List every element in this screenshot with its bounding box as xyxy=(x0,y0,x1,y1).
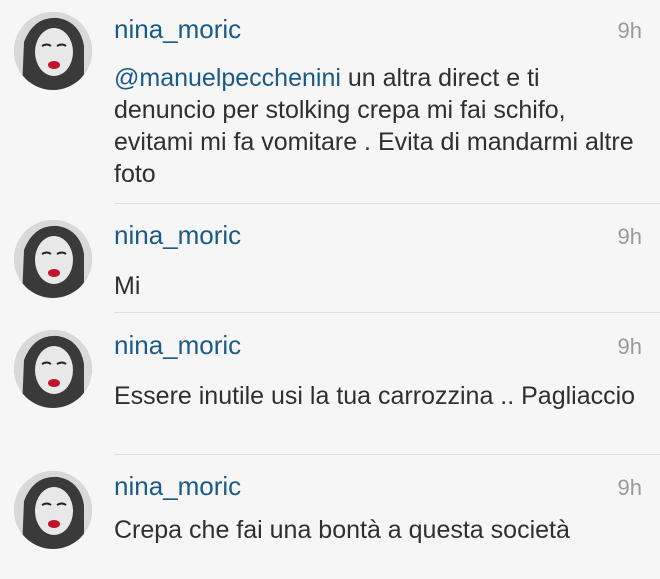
mention-link[interactable]: @manuelpecchenini xyxy=(114,64,341,92)
timestamp: 9h xyxy=(617,224,642,249)
avatar-photo xyxy=(14,471,92,549)
timestamp: 9h xyxy=(617,334,642,359)
comment-text: @manuelpecchenini un altra direct e ti d… xyxy=(114,62,639,190)
avatar-photo xyxy=(14,220,92,298)
divider xyxy=(114,312,660,313)
comment-text: Mi xyxy=(114,272,141,300)
username[interactable]: nina_moric xyxy=(114,471,241,502)
comment-list: nina_moric 9h @manuelpecchenini un altra… xyxy=(0,0,660,579)
comment-item: nina_moric 9h Mi xyxy=(0,206,660,314)
comment-item: nina_moric 9h @manuelpecchenini un altra… xyxy=(0,0,660,205)
comment-item: nina_moric 9h Essere inutile usi la tua … xyxy=(0,316,660,456)
comment-text: Crepa che fai una bontà a questa società xyxy=(114,516,570,544)
username[interactable]: nina_moric xyxy=(114,14,241,45)
avatar-photo xyxy=(14,330,92,408)
timestamp: 9h xyxy=(617,18,642,43)
divider xyxy=(114,203,660,204)
timestamp: 9h xyxy=(617,475,642,500)
avatar[interactable] xyxy=(14,471,92,549)
avatar-photo xyxy=(14,12,92,90)
comment-text: Essere inutile usi la tua carrozzina .. … xyxy=(114,382,636,410)
username[interactable]: nina_moric xyxy=(114,220,241,251)
comment-item: nina_moric 9h Crepa che fai una bontà a … xyxy=(0,457,660,579)
avatar[interactable] xyxy=(14,12,92,90)
avatar[interactable] xyxy=(14,220,92,298)
divider xyxy=(114,454,660,455)
avatar[interactable] xyxy=(14,330,92,408)
username[interactable]: nina_moric xyxy=(114,330,241,361)
